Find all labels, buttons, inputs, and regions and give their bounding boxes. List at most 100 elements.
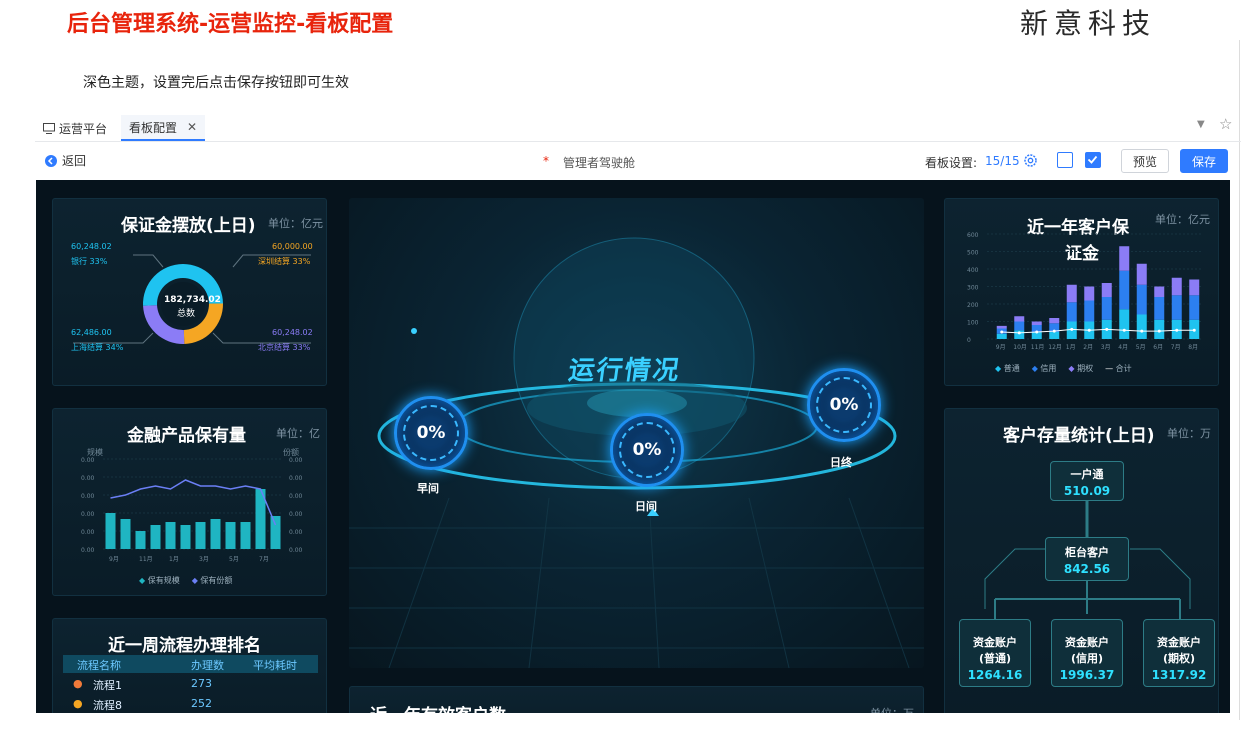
save-button[interactable]: 保存 (1180, 149, 1228, 173)
line-point (1000, 330, 1004, 334)
settings-count: 15/15 (985, 154, 1020, 168)
chart-legend: ◆ 普通 ◆ 信用 ◆ 期权 — 合计 (995, 363, 1132, 374)
x-tick: 2月 (1083, 344, 1093, 351)
bar-segment (1014, 316, 1025, 322)
tab-dashboard-config[interactable]: 看板配置 ✕ (121, 115, 206, 141)
row-name: 流程8 (93, 699, 122, 712)
medal-icon: ● (73, 697, 83, 710)
tab-bar: 运营平台 看板配置 ✕ ▼ ☆ (35, 112, 1241, 142)
y-tick-right: 0.00 (289, 547, 303, 554)
bar-segment (1014, 321, 1025, 331)
x-tick: 9月 (996, 344, 1006, 351)
running-title: 运行情况 (566, 356, 683, 386)
row-count: 273 (191, 677, 212, 690)
bar-segment (1119, 309, 1130, 339)
star-icon[interactable]: ☆ (1219, 115, 1232, 133)
x-tick: 3月 (199, 556, 209, 563)
y-tick-right: 0.00 (289, 475, 303, 482)
bar-segment (1189, 279, 1200, 296)
bar-segment (1049, 332, 1060, 339)
theme-light-checkbox[interactable] (1057, 152, 1073, 168)
node-label: 柜台客户 (1065, 546, 1109, 559)
ranking-panel: 近一周流程办理排名 流程名称 办理数 平均耗时 ● 流程1 273 ● 流程8 … (52, 618, 327, 713)
node-label: 资金账户 (973, 636, 1017, 649)
y-tick-left: 0.00 (81, 475, 95, 482)
x-tick: 12月 (1048, 344, 1062, 351)
node-counter-customer: 柜台客户 842.56 (1045, 537, 1129, 581)
panel-title: 近一周流程办理排名 (108, 636, 261, 656)
y-tick-right: 0.00 (289, 457, 303, 464)
y-tick: 300 (967, 285, 979, 292)
line-point (1140, 329, 1144, 333)
close-icon[interactable]: ✕ (187, 120, 197, 134)
finance-legend: ◆ 保有规模 ◆ 保有份额 (139, 575, 232, 586)
legend-value-shanghai: 62,486.00 (71, 328, 112, 337)
bar (105, 513, 116, 549)
ring-label-morning: 早间 (417, 482, 439, 495)
y-tick-left: 0.00 (81, 529, 95, 536)
line-point (1070, 327, 1074, 331)
progress-ring-day: 0% (610, 413, 684, 487)
legend-value-shenzhen: 60,000.00 (272, 242, 313, 251)
legend-item: ◆ 普通 (995, 364, 1020, 373)
line-point (1105, 327, 1109, 331)
bar-segment (1049, 318, 1060, 324)
x-tick: 7月 (259, 556, 269, 563)
node-account-normal: 资金账户 (普通) 1264.16 (959, 619, 1031, 687)
y-tick-left: 0.00 (81, 547, 95, 554)
node-account-option: 资金账户 (期权) 1317.92 (1143, 619, 1215, 687)
bar-segment (1136, 284, 1147, 315)
y-tick: 600 (967, 232, 979, 239)
col-header: 平均耗时 (253, 659, 297, 672)
legend-value-beijing: 60,248.02 (272, 328, 313, 337)
tab-ops-platform[interactable]: 运营平台 (35, 115, 115, 141)
y-tick-right: 0.00 (289, 511, 303, 518)
x-tick: 11月 (139, 556, 153, 563)
bar-segment (1171, 295, 1182, 320)
tab-label: 看板配置 (129, 120, 178, 135)
node-value: 1317.92 (1151, 668, 1207, 682)
back-button[interactable]: 返回 (45, 152, 86, 169)
y-tick: 200 (967, 302, 979, 309)
back-arrow-icon (45, 154, 57, 167)
dropdown-icon[interactable]: ▼ (1197, 119, 1205, 130)
x-tick: 1月 (1066, 344, 1076, 351)
x-tick: 10月 (1013, 344, 1027, 351)
share-line (110, 479, 277, 526)
x-tick: 6月 (1153, 344, 1163, 351)
node-value: 510.09 (1063, 484, 1111, 498)
table-row: ● 流程1 273 (73, 675, 318, 693)
required-mark: * (543, 154, 549, 168)
check-icon (1087, 155, 1098, 164)
gear-icon[interactable] (1023, 153, 1038, 168)
deposit-donut-chart (73, 254, 311, 344)
bar (240, 522, 251, 549)
table-row: ● 流程8 252 (73, 695, 318, 713)
brand-logo-text: 新意科技 (1020, 7, 1157, 40)
x-tick: 4月 (1118, 344, 1128, 351)
line-point (1175, 328, 1179, 332)
col-header: 流程名称 (77, 659, 121, 672)
line-point (1017, 331, 1021, 335)
bar-segment (1154, 286, 1165, 297)
line-point (1122, 328, 1126, 332)
bar (180, 525, 191, 549)
bar (165, 522, 176, 549)
y-tick-left: 0.00 (81, 493, 95, 500)
preview-button[interactable]: 预览 (1121, 149, 1169, 173)
x-tick: 7月 (1171, 344, 1181, 351)
theme-dark-checkbox[interactable] (1085, 152, 1101, 168)
dashboard-name: 管理者驾驶舱 (563, 156, 636, 170)
ring-label-day: 日间 (635, 500, 657, 513)
customer-deposit-chart: 600 500 400 300 200 100 0 9月 10月 11月 12月 1月 2月 3月 4月 5月… (967, 232, 1203, 351)
row-count: 252 (191, 697, 212, 710)
bar-segment (1101, 283, 1112, 297)
bar-segment (1066, 284, 1077, 303)
monitor-icon (43, 122, 55, 134)
x-tick: 8月 (1188, 344, 1198, 351)
progress-ring-morning: 0% (394, 396, 468, 470)
legend-item: ◆ 保有规模 (139, 576, 180, 585)
bar (150, 525, 161, 549)
y-tick-left: 0.00 (81, 511, 95, 518)
divider (1239, 40, 1240, 720)
